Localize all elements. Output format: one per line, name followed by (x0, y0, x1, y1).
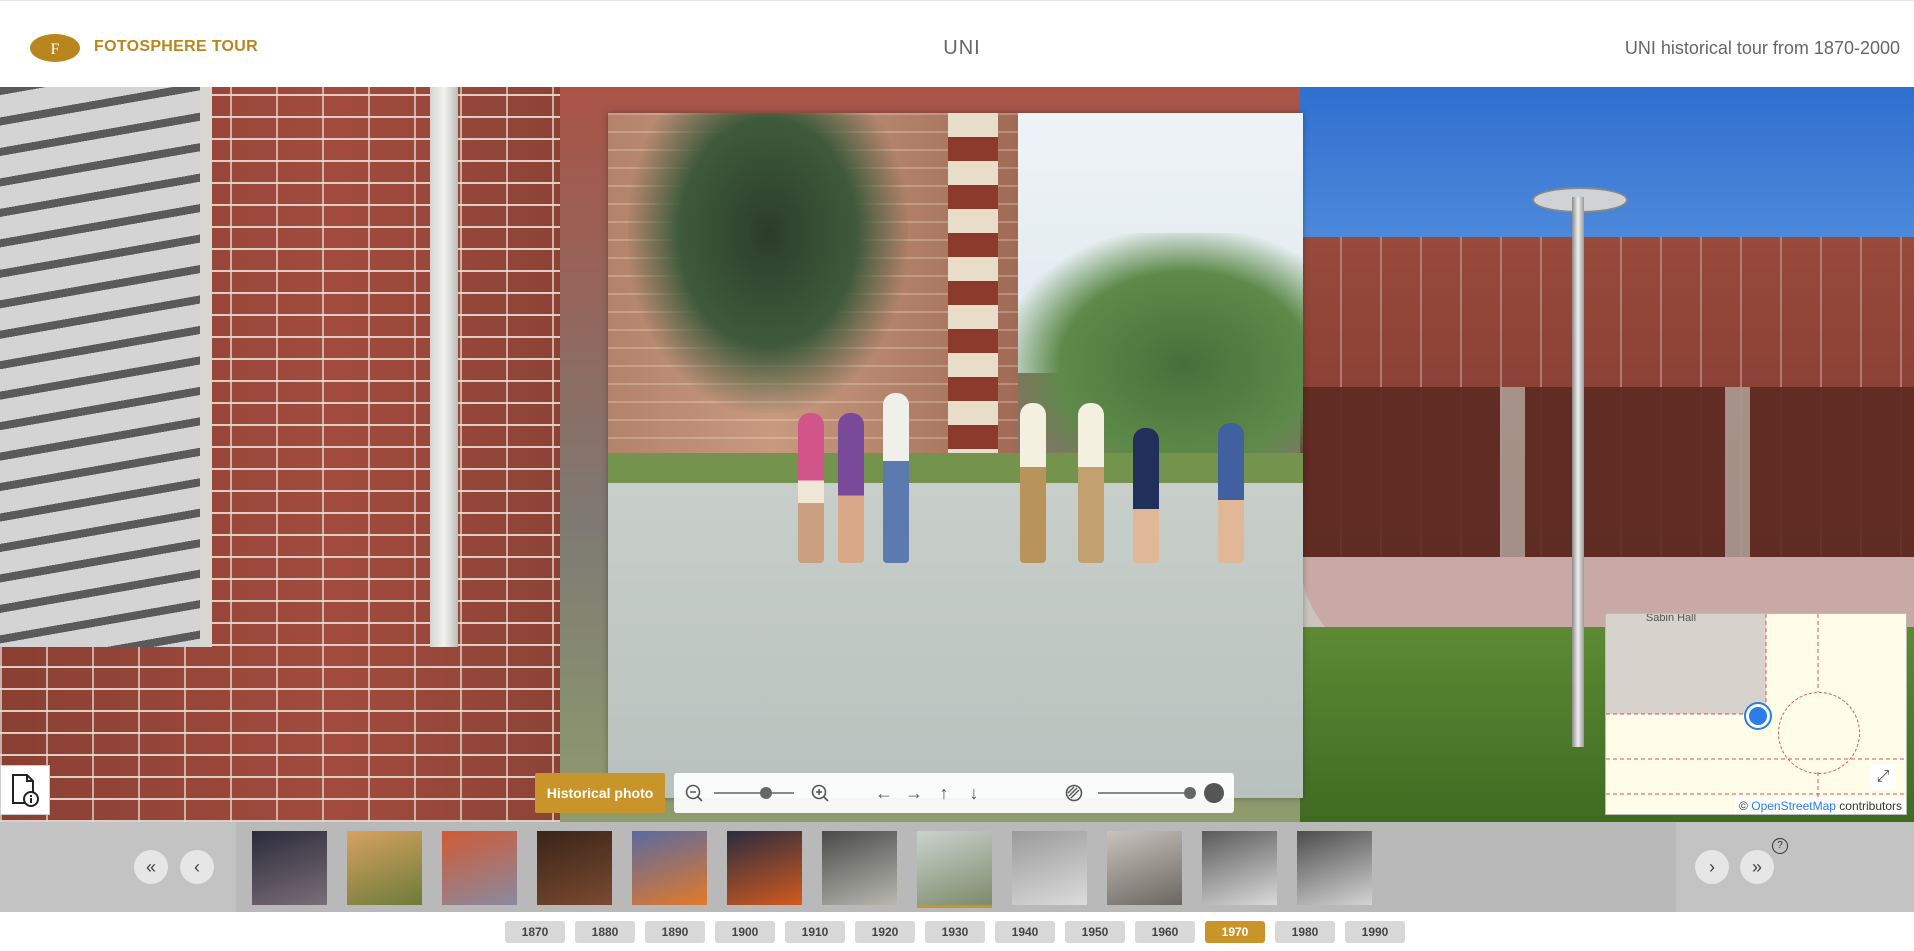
minimap[interactable]: Sabin Hall ⤢ © OpenStreetMap contributor… (1605, 613, 1907, 815)
photo-tree (628, 113, 908, 413)
thumbnail-7[interactable] (822, 831, 897, 905)
help-icon[interactable]: ? (1772, 838, 1788, 854)
decade-1960[interactable]: 1960 (1135, 921, 1195, 943)
decade-1920[interactable]: 1920 (855, 921, 915, 943)
current-location-marker[interactable] (1746, 704, 1770, 728)
openstreetmap-link[interactable]: OpenStreetMap (1751, 799, 1836, 813)
thumbnail-5[interactable] (632, 831, 707, 905)
photo-info-button[interactable] (0, 765, 50, 815)
decade-1970[interactable]: 1970 (1205, 921, 1265, 943)
photo-person (838, 413, 864, 563)
minimap-roundabout (1778, 692, 1860, 774)
decade-1910[interactable]: 1910 (785, 921, 845, 943)
decade-1870[interactable]: 1870 (505, 921, 565, 943)
decade-1940[interactable]: 1940 (995, 921, 1055, 943)
thumbnail-3[interactable] (442, 831, 517, 905)
thumbnail-10[interactable] (1107, 831, 1182, 905)
panorama-colonnade (1300, 387, 1914, 577)
photo-controls: ← → ↑ ↓ (674, 773, 1234, 813)
zoom-out-icon[interactable] (684, 783, 704, 803)
document-info-icon (12, 774, 39, 807)
decade-1990[interactable]: 1990 (1345, 921, 1405, 943)
header: F FOTOSPHERE TOUR UNI UNI historical tou… (0, 0, 1914, 87)
decade-1950[interactable]: 1950 (1065, 921, 1125, 943)
map-attribution: © OpenStreetMap contributors (1735, 798, 1906, 814)
decade-1930[interactable]: 1930 (925, 921, 985, 943)
zoom-slider-knob[interactable] (760, 787, 772, 799)
thumbnail-9[interactable] (1012, 831, 1087, 905)
decade-1890[interactable]: 1890 (645, 921, 705, 943)
thumbnail-1[interactable] (252, 831, 327, 905)
arrow-right-icon[interactable]: → (904, 783, 924, 803)
photo-person (1133, 428, 1159, 563)
historical-photo-label: Historical photo (535, 773, 665, 813)
photo-person (798, 413, 824, 563)
expand-icon[interactable]: ⤢ (1870, 764, 1896, 790)
zoom-slider-track[interactable] (714, 792, 794, 794)
decade-1980[interactable]: 1980 (1275, 921, 1335, 943)
page-subtitle: UNI historical tour from 1870-2000 (1624, 38, 1900, 58)
photo-person (883, 393, 909, 563)
zoom-in-icon[interactable] (810, 783, 830, 803)
thumbnail-12[interactable] (1297, 831, 1372, 905)
opacity-slider-knob[interactable] (1184, 787, 1196, 799)
photo-person (1020, 403, 1046, 563)
thumbnail-2[interactable] (347, 831, 422, 905)
thumbnail-bar: « ‹ › » ? (0, 822, 1914, 912)
opacity-slider-track[interactable] (1098, 792, 1190, 794)
thumbnail-8[interactable] (917, 831, 992, 908)
decade-1880[interactable]: 1880 (575, 921, 635, 943)
last-page-icon[interactable]: » (1740, 850, 1774, 884)
photo-person (1218, 423, 1244, 563)
arrow-up-icon[interactable]: ↑ (934, 783, 954, 803)
opacity-full-icon[interactable] (1204, 783, 1224, 803)
first-page-icon[interactable]: « (134, 850, 168, 884)
arrow-down-icon[interactable]: ↓ (964, 783, 984, 803)
opacity-icon[interactable] (1064, 783, 1084, 803)
vent-louver (0, 87, 212, 647)
arrow-left-icon[interactable]: ← (874, 783, 894, 803)
downspout (430, 87, 458, 647)
thumbnail-11[interactable] (1202, 831, 1277, 905)
thumbnail-6[interactable] (727, 831, 802, 905)
next-icon[interactable]: › (1695, 850, 1729, 884)
photo-person (1078, 403, 1104, 563)
previous-icon[interactable]: ‹ (180, 850, 214, 884)
lamp-pole (1572, 197, 1584, 747)
historical-photo[interactable] (608, 113, 1303, 798)
panorama-building-left (0, 87, 560, 822)
decade-selector: 1870 1880 1890 1900 1910 1920 1930 1940 1950 1960… (0, 912, 1914, 951)
thumbnail-4[interactable] (537, 831, 612, 905)
decade-1900[interactable]: 1900 (715, 921, 775, 943)
